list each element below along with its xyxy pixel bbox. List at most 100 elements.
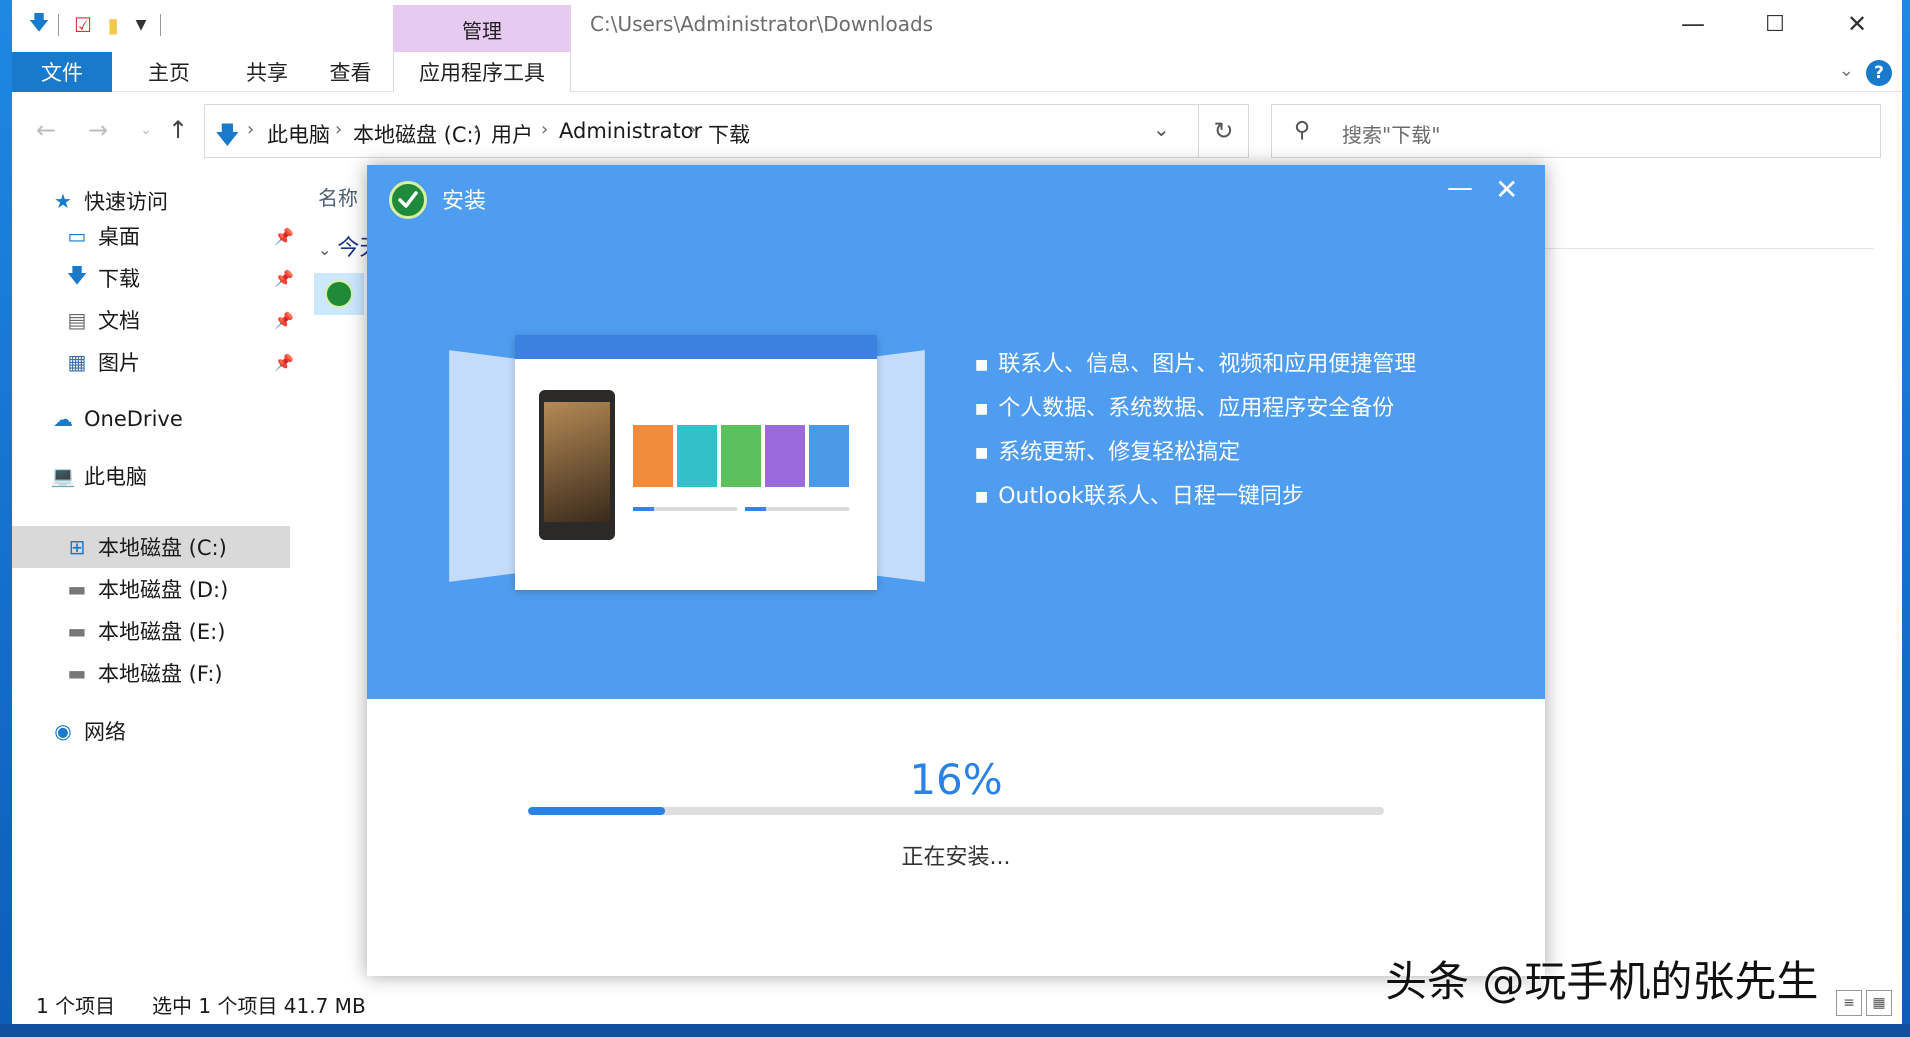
- installer-title: 安装: [442, 189, 487, 214]
- illustration-bar: [745, 507, 849, 511]
- new-folder-icon[interactable]: ▮: [100, 12, 126, 38]
- status-selection-info: 选中 1 个项目 41.7 MB: [152, 994, 366, 1018]
- nav-label: 本地磁盘 (E:): [98, 620, 226, 644]
- product-screenshot-illustration: [447, 335, 957, 600]
- breadcrumb-downloads[interactable]: 下载: [708, 119, 750, 149]
- properties-checkbox-icon[interactable]: ☑: [70, 12, 96, 38]
- group-collapse-chevron-icon[interactable]: ⌄: [318, 240, 331, 259]
- nav-documents[interactable]: ▤ 文档 📌: [62, 299, 302, 341]
- illustration-main-window: [515, 335, 877, 590]
- breadcrumb-this-pc[interactable]: 此电脑: [267, 119, 330, 149]
- view-toggle-group: ≡ ▦: [1836, 990, 1892, 1016]
- breadcrumb-separator-icon[interactable]: ›: [541, 119, 548, 140]
- breadcrumb-separator-icon[interactable]: ›: [335, 119, 342, 140]
- nav-drive-c[interactable]: ⊞ 本地磁盘 (C:): [12, 526, 290, 568]
- breadcrumb-local-disk-c[interactable]: 本地磁盘 (C:): [353, 119, 482, 149]
- contextual-tab-manage[interactable]: 管理: [393, 5, 571, 53]
- customize-toolbar-dropdown-icon[interactable]: ▼: [128, 12, 154, 38]
- installer-close-button[interactable]: ✕: [1495, 173, 1518, 206]
- breadcrumb-users[interactable]: 用户: [491, 119, 533, 149]
- large-icons-view-icon[interactable]: ▦: [1866, 990, 1892, 1016]
- tab-file[interactable]: 文件: [12, 52, 112, 92]
- nav-drive-e[interactable]: ▬ 本地磁盘 (E:): [62, 610, 292, 652]
- taskbar-edge: [0, 1024, 1910, 1037]
- details-view-icon[interactable]: ≡: [1836, 990, 1862, 1016]
- desktop-icon: ▭: [67, 224, 87, 248]
- illustration-tile: [765, 425, 805, 487]
- title-bar: 🡇 ☑ ▮ ▼ 管理 C:\Users\Administrator\Downlo…: [12, 0, 1902, 53]
- cloud-icon: ☁: [53, 407, 73, 431]
- nav-onedrive[interactable]: ☁ OneDrive: [48, 398, 326, 440]
- pin-icon[interactable]: 📌: [274, 353, 294, 372]
- nav-this-pc[interactable]: 💻 此电脑: [48, 455, 326, 497]
- drive-icon: ▬: [67, 577, 87, 601]
- search-input[interactable]: ⚲ 搜索"下载": [1271, 104, 1881, 158]
- tab-share[interactable]: 共享: [226, 52, 308, 92]
- feature-list: ■ 联系人、信息、图片、视频和应用便捷管理 ■ 个人数据、系统数据、应用程序安全备份…: [975, 343, 1416, 519]
- nav-pictures[interactable]: ▦ 图片 📌: [62, 341, 302, 383]
- app-logo-icon: [389, 181, 427, 219]
- nav-label: 桌面: [98, 225, 140, 249]
- nav-desktop[interactable]: ▭ 桌面 📌: [62, 215, 302, 257]
- feature-text: 个人数据、系统数据、应用程序安全备份: [998, 396, 1395, 421]
- nav-label: 本地磁盘 (C:): [98, 536, 227, 560]
- tab-view[interactable]: 查看: [308, 52, 393, 92]
- network-icon: ◉: [54, 719, 72, 743]
- installer-dialog: 安装 — ✕ ■ 联系人、信息、图片、视频和应用便捷管理 ■ 个人数据、系统数据、应…: [367, 165, 1545, 976]
- progress-bar-fill: [528, 807, 665, 815]
- close-button[interactable]: ✕: [1816, 0, 1898, 48]
- watermark-text: 头条 @玩手机的张先生: [1385, 957, 1819, 1006]
- recent-locations-chevron-icon[interactable]: ⌄: [130, 112, 162, 148]
- pin-icon[interactable]: 📌: [274, 227, 294, 246]
- address-bar[interactable]: 🡇 › 此电脑 › 本地磁盘 (C:) › 用户 › Administrator…: [204, 104, 1199, 158]
- file-item-installer[interactable]: [314, 273, 364, 315]
- nav-label: 此电脑: [84, 465, 147, 489]
- search-icon: ⚲: [1294, 118, 1311, 143]
- installer-file-icon: [325, 280, 353, 308]
- progress-bar: [528, 807, 1384, 815]
- breadcrumb-separator-icon[interactable]: ›: [689, 119, 696, 140]
- back-arrow-icon[interactable]: ←: [30, 112, 62, 148]
- search-placeholder: 搜索"下载": [1342, 123, 1441, 147]
- ribbon-expand-chevron-icon[interactable]: ⌄: [1839, 60, 1854, 81]
- breadcrumb-separator-icon[interactable]: ›: [473, 119, 480, 140]
- up-arrow-icon[interactable]: ↑: [162, 112, 194, 148]
- breadcrumb-separator-icon[interactable]: ›: [247, 119, 254, 140]
- windows-drive-icon: ⊞: [68, 535, 86, 559]
- nav-drive-d[interactable]: ▬ 本地磁盘 (D:): [62, 568, 292, 610]
- installer-minimize-button[interactable]: —: [1447, 173, 1473, 203]
- nav-network[interactable]: ◉ 网络: [48, 710, 326, 752]
- feature-text: 联系人、信息、图片、视频和应用便捷管理: [998, 352, 1417, 377]
- maximize-button[interactable]: ☐: [1734, 0, 1816, 48]
- breadcrumb-administrator[interactable]: Administrator: [559, 119, 702, 143]
- phone-image: [539, 390, 615, 540]
- navigation-pane: ★ 快速访问 ▭ 桌面 📌 🡇 下载 📌 ▤ 文档 📌 ▦ 图片 📌 ☁ One…: [12, 170, 302, 980]
- pin-icon[interactable]: 📌: [274, 269, 294, 288]
- pin-icon[interactable]: 📌: [274, 311, 294, 330]
- download-arrow-icon[interactable]: 🡇: [26, 10, 52, 38]
- minimize-button[interactable]: —: [1652, 0, 1734, 48]
- feature-item: ■ 系统更新、修复轻松搞定: [975, 440, 1241, 465]
- status-item-count: 1 个项目: [36, 994, 116, 1018]
- downloads-folder-icon: 🡇: [215, 121, 240, 149]
- feature-text: Outlook联系人、日程一键同步: [998, 484, 1304, 509]
- nav-label: OneDrive: [84, 407, 183, 431]
- desktop-background-left: [0, 0, 12, 1037]
- help-icon[interactable]: ?: [1866, 60, 1892, 86]
- tab-application-tools[interactable]: 应用程序工具: [393, 52, 571, 92]
- illustration-tile: [721, 425, 761, 487]
- document-icon: ▤: [67, 308, 87, 332]
- nav-drive-f[interactable]: ▬ 本地磁盘 (F:): [62, 652, 292, 694]
- nav-downloads[interactable]: 🡇 下载 📌: [62, 257, 302, 299]
- nav-label: 网络: [84, 720, 126, 744]
- illustration-side-panel: [449, 350, 522, 582]
- illustration-tile: [677, 425, 717, 487]
- tab-home[interactable]: 主页: [112, 52, 226, 92]
- illustration-tile: [633, 425, 673, 487]
- forward-arrow-icon[interactable]: →: [82, 112, 114, 148]
- refresh-icon[interactable]: ↻: [1199, 104, 1249, 158]
- column-header-name[interactable]: 名称: [318, 182, 358, 211]
- computer-icon: 💻: [50, 464, 76, 488]
- nav-label: 快速访问: [84, 190, 168, 214]
- address-history-chevron-icon[interactable]: ⌄: [1153, 117, 1170, 141]
